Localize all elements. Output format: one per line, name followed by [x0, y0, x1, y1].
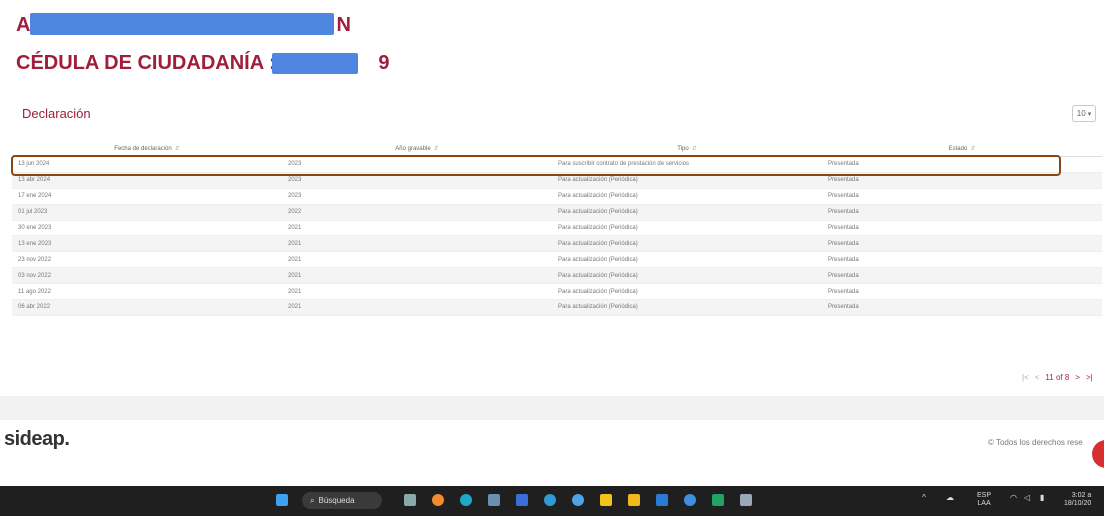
name-redaction	[30, 13, 334, 35]
highlight-box	[11, 155, 1061, 176]
cell-type: Para actualización (Periódica)	[552, 283, 822, 301]
windows-start-icon[interactable]	[276, 494, 288, 506]
clock[interactable]: 3:02 a 18/10/20	[1064, 492, 1091, 508]
cell-year: 2022	[282, 204, 552, 221]
cedula-end: 9	[378, 52, 390, 74]
volume-icon[interactable]: ◁	[1024, 493, 1030, 502]
footer-band	[0, 396, 1104, 420]
app-icon[interactable]	[432, 494, 444, 506]
sort-icon: ⇵	[970, 145, 976, 152]
app-icon[interactable]	[656, 494, 668, 506]
cell-type: Para actualización (Periódica)	[552, 235, 822, 253]
search-icon: ⌕	[310, 495, 315, 505]
cell-year: 2021	[282, 299, 552, 316]
cell-status: Presentada	[822, 204, 1102, 221]
edge-icon[interactable]	[460, 494, 472, 506]
cell-status: Presentada	[822, 220, 1102, 237]
app-icon[interactable]	[628, 494, 640, 506]
battery-icon[interactable]: ▮	[1040, 493, 1044, 502]
windows-taskbar: ⌕ Búsqueda ^ ☁ ESP LAA ◠ ◁ ▮ 3:02 a 18/1…	[0, 486, 1104, 516]
per-page-value: 10	[1076, 109, 1086, 118]
cell-status: Presentada	[822, 188, 1102, 205]
excel-icon[interactable]	[712, 494, 724, 506]
cell-year: 2021	[282, 220, 552, 237]
chevron-down-icon: ▾	[1087, 110, 1092, 118]
cell-year: 2023	[282, 188, 552, 205]
cell-type: Para actualización (Periódica)	[552, 299, 822, 316]
file-explorer-icon[interactable]	[600, 494, 612, 506]
task-view-icon[interactable]	[404, 494, 416, 506]
cell-date: 17 ene 2024	[12, 188, 282, 205]
date: 18/10/20	[1064, 500, 1092, 507]
cell-date: 03 nov 2022	[12, 267, 282, 285]
last-page-button[interactable]: >|	[1086, 373, 1093, 382]
table-row[interactable]: 01 jul 2023 2022 Para actualización (Perió…	[12, 204, 1102, 221]
time: 3:02 a	[1071, 492, 1092, 499]
table-row[interactable]: 06 abr 2022 2021 Para actualización (Perió…	[12, 299, 1102, 316]
lang-top: ESP	[977, 492, 992, 499]
section-title: Declaración	[22, 106, 91, 121]
cell-type: Para actualización (Periódica)	[552, 204, 822, 221]
cell-year: 2021	[282, 283, 552, 301]
page-info: 11 of 8	[1045, 373, 1070, 382]
cedula-redaction	[272, 53, 358, 74]
taskbar-search[interactable]: ⌕ Búsqueda	[302, 492, 382, 509]
cell-date: 13 ene 2023	[12, 235, 282, 253]
top-strip	[0, 0, 1104, 12]
prev-page-button[interactable]: <	[1035, 373, 1040, 382]
rights-text: © Todos los derechos rese	[988, 438, 1083, 447]
cell-year: 2021	[282, 235, 552, 253]
cell-type: Para actualización (Periódica)	[552, 188, 822, 205]
pagination: |< < 11 of 8 > >|	[1022, 373, 1093, 382]
cell-status: Presentada	[822, 299, 1102, 316]
cell-date: 06 abr 2022	[12, 299, 282, 316]
app-icon[interactable]	[488, 494, 500, 506]
table-row[interactable]: 30 ene 2023 2021 Para actualización (Perió…	[12, 220, 1102, 237]
sideap-logo: sideap.	[4, 428, 70, 450]
next-page-button[interactable]: >	[1075, 373, 1080, 382]
table-row[interactable]: 13 ene 2023 2021 Para actualización (Perió…	[12, 235, 1102, 253]
cell-status: Presentada	[822, 235, 1102, 253]
table-row[interactable]: 23 nov 2022 2021 Para actualización (Perió…	[12, 251, 1102, 269]
chrome-icon[interactable]	[572, 494, 584, 506]
sort-icon: ⇵	[433, 145, 439, 152]
language-indicator[interactable]: ESP LAA	[977, 492, 991, 508]
wifi-icon[interactable]: ◠	[1010, 493, 1017, 502]
cell-date: 01 jul 2023	[12, 204, 282, 221]
per-page-select[interactable]: 10 ▾	[1072, 105, 1096, 122]
cell-year: 2021	[282, 267, 552, 285]
cell-date: 11 ago 2022	[12, 283, 282, 301]
app-icon[interactable]	[544, 494, 556, 506]
cell-status: Presentada	[822, 251, 1102, 269]
name-start: A	[16, 14, 31, 36]
first-page-button[interactable]: |<	[1022, 373, 1029, 382]
name-end: N	[336, 14, 351, 36]
sort-icon: ⇵	[691, 145, 697, 152]
table-row[interactable]: 11 ago 2022 2021 Para actualización (Perió…	[12, 283, 1102, 301]
cedula-label: CÉDULA DE CIUDADANÍA : 1	[16, 52, 293, 74]
app-icon[interactable]	[740, 494, 752, 506]
floating-action-button[interactable]	[1092, 440, 1104, 468]
chevron-up-icon[interactable]: ^	[922, 493, 926, 502]
cell-status: Presentada	[822, 283, 1102, 301]
cell-type: Para actualización (Periódica)	[552, 267, 822, 285]
taskbar-search-label: Búsqueda	[318, 496, 355, 505]
table-row[interactable]: 17 ene 2024 2023 Para actualización (Perió…	[12, 188, 1102, 205]
cell-year: 2021	[282, 251, 552, 269]
app-icon[interactable]	[516, 494, 528, 506]
cell-date: 30 ene 2023	[12, 220, 282, 237]
cell-type: Para actualización (Periódica)	[552, 220, 822, 237]
cell-type: Para actualización (Periódica)	[552, 251, 822, 269]
lang-bottom: LAA	[977, 500, 991, 507]
cell-date: 23 nov 2022	[12, 251, 282, 269]
cell-status: Presentada	[822, 267, 1102, 285]
app-icon[interactable]	[684, 494, 696, 506]
sort-icon: ⇵	[174, 145, 180, 152]
cloud-icon[interactable]: ☁	[946, 493, 954, 502]
table-row[interactable]: 03 nov 2022 2021 Para actualización (Perió…	[12, 267, 1102, 285]
